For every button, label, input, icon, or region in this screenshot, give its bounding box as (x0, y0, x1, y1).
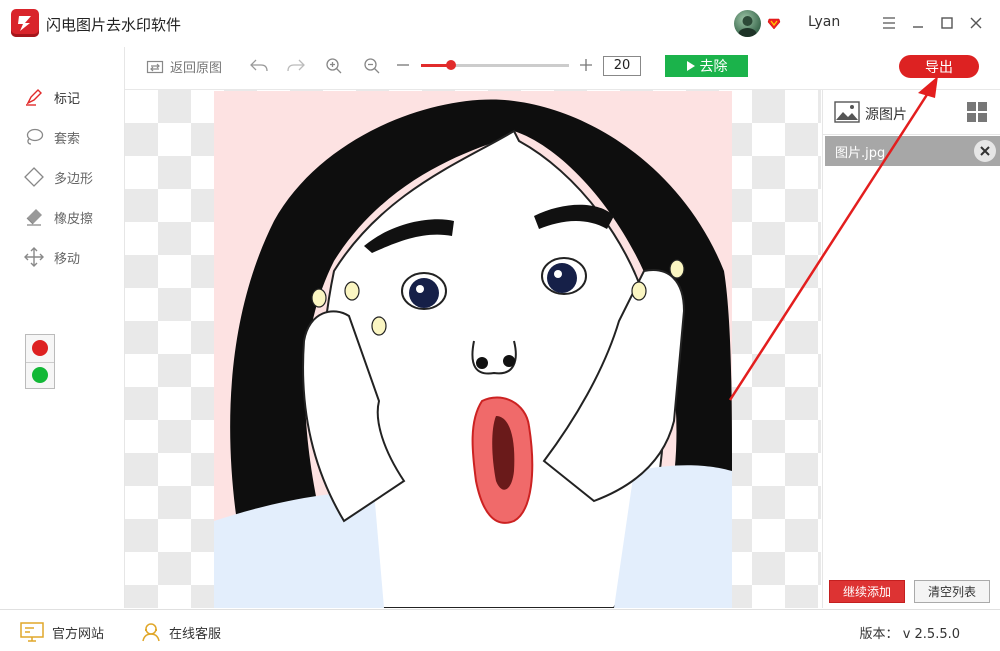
play-icon (686, 61, 695, 71)
official-website-label: 官方网站 (52, 626, 105, 642)
user-name[interactable]: Lyan (808, 14, 840, 30)
version-label: 版本： (859, 627, 899, 642)
remove-label: 去除 (699, 59, 728, 75)
image-icon (834, 101, 860, 123)
export-button[interactable]: 导出 (899, 55, 979, 78)
lasso-icon (26, 128, 44, 145)
menu-icon[interactable] (880, 14, 898, 32)
brush-size-slider[interactable] (421, 60, 569, 70)
zoom-out-icon (364, 58, 380, 74)
tool-marker-label: 标记 (54, 91, 81, 107)
support-agent-icon (142, 623, 160, 642)
tool-polygon[interactable]: 多边形 (24, 167, 93, 187)
file-name: 图片.jpg (835, 146, 886, 161)
source-panel: 源图片 图片.jpg 继续添加 清空列表 (822, 90, 1000, 608)
online-support-label: 在线客服 (169, 626, 222, 642)
title-bar: 闪电图片去水印软件 Lyan (0, 0, 1000, 48)
status-bar: 官方网站 在线客服 版本： v 2.5.5.0 (0, 609, 1000, 651)
online-support-link[interactable]: 在线客服 (141, 622, 221, 642)
tool-move-label: 移动 (54, 251, 81, 267)
minimize-icon[interactable] (909, 14, 927, 32)
undo-icon (250, 59, 268, 72)
color-swatch-red[interactable] (32, 340, 48, 356)
redo-icon (287, 59, 305, 72)
restore-icon (146, 60, 164, 73)
tool-move[interactable]: 移动 (24, 247, 80, 267)
export-label: 导出 (925, 59, 953, 76)
eraser-icon (26, 209, 42, 226)
app-logo (11, 9, 39, 37)
marker-icon (26, 89, 42, 106)
color-picker (25, 334, 55, 389)
brush-size-input[interactable] (603, 56, 641, 76)
brush-slider-handle[interactable] (445, 60, 456, 70)
maximize-icon[interactable] (938, 14, 956, 32)
zoom-out-button[interactable] (363, 57, 381, 75)
canvas-image[interactable] (214, 91, 732, 608)
monitor-icon (20, 622, 44, 642)
remove-button[interactable]: 去除 (665, 55, 748, 77)
user-avatar[interactable] (734, 10, 761, 37)
clear-list-button[interactable]: 清空列表 (914, 580, 990, 603)
restore-original-button[interactable]: 返回原图 (146, 57, 222, 76)
tool-marker[interactable]: 标记 (24, 87, 80, 107)
tool-lasso-label: 套索 (54, 131, 81, 147)
file-list-item[interactable]: 图片.jpg (825, 136, 1000, 166)
brush-decrease-button[interactable] (396, 58, 410, 72)
vip-icon[interactable] (767, 16, 781, 30)
clear-list-label: 清空列表 (927, 585, 976, 599)
zoom-in-icon (326, 58, 342, 74)
source-header: 源图片 (823, 90, 1000, 135)
tool-lasso[interactable]: 套索 (24, 127, 80, 147)
tool-sidebar: 标记 套索 多边形 橡皮擦 移动 (0, 47, 125, 608)
close-icon[interactable] (967, 14, 985, 32)
app-title: 闪电图片去水印软件 (46, 16, 182, 34)
image-canvas[interactable] (125, 90, 821, 608)
close-icon (980, 146, 990, 156)
tool-eraser[interactable]: 橡皮擦 (24, 207, 93, 227)
tool-polygon-label: 多边形 (54, 171, 94, 187)
minus-icon (397, 64, 409, 66)
version-number: v 2.5.5.0 (902, 627, 960, 642)
color-swatch-green[interactable] (32, 367, 48, 383)
plus-icon (580, 59, 592, 71)
tool-eraser-label: 橡皮擦 (54, 211, 94, 227)
move-icon (24, 247, 44, 267)
brush-increase-button[interactable] (579, 58, 593, 72)
add-more-label: 继续添加 (842, 585, 891, 599)
redo-button[interactable] (286, 57, 306, 73)
undo-button[interactable] (249, 57, 269, 73)
restore-original-label: 返回原图 (170, 61, 223, 76)
zoom-in-button[interactable] (325, 57, 343, 75)
color-divider (26, 362, 54, 363)
remove-file-button[interactable] (974, 140, 996, 162)
add-more-button[interactable]: 继续添加 (829, 580, 905, 603)
source-label: 源图片 (865, 107, 907, 123)
official-website-link[interactable]: 官方网站 (20, 622, 104, 642)
polygon-icon (24, 167, 44, 187)
grid-view-icon[interactable] (966, 101, 988, 123)
version-info: 版本： v 2.5.5.0 (860, 623, 960, 642)
